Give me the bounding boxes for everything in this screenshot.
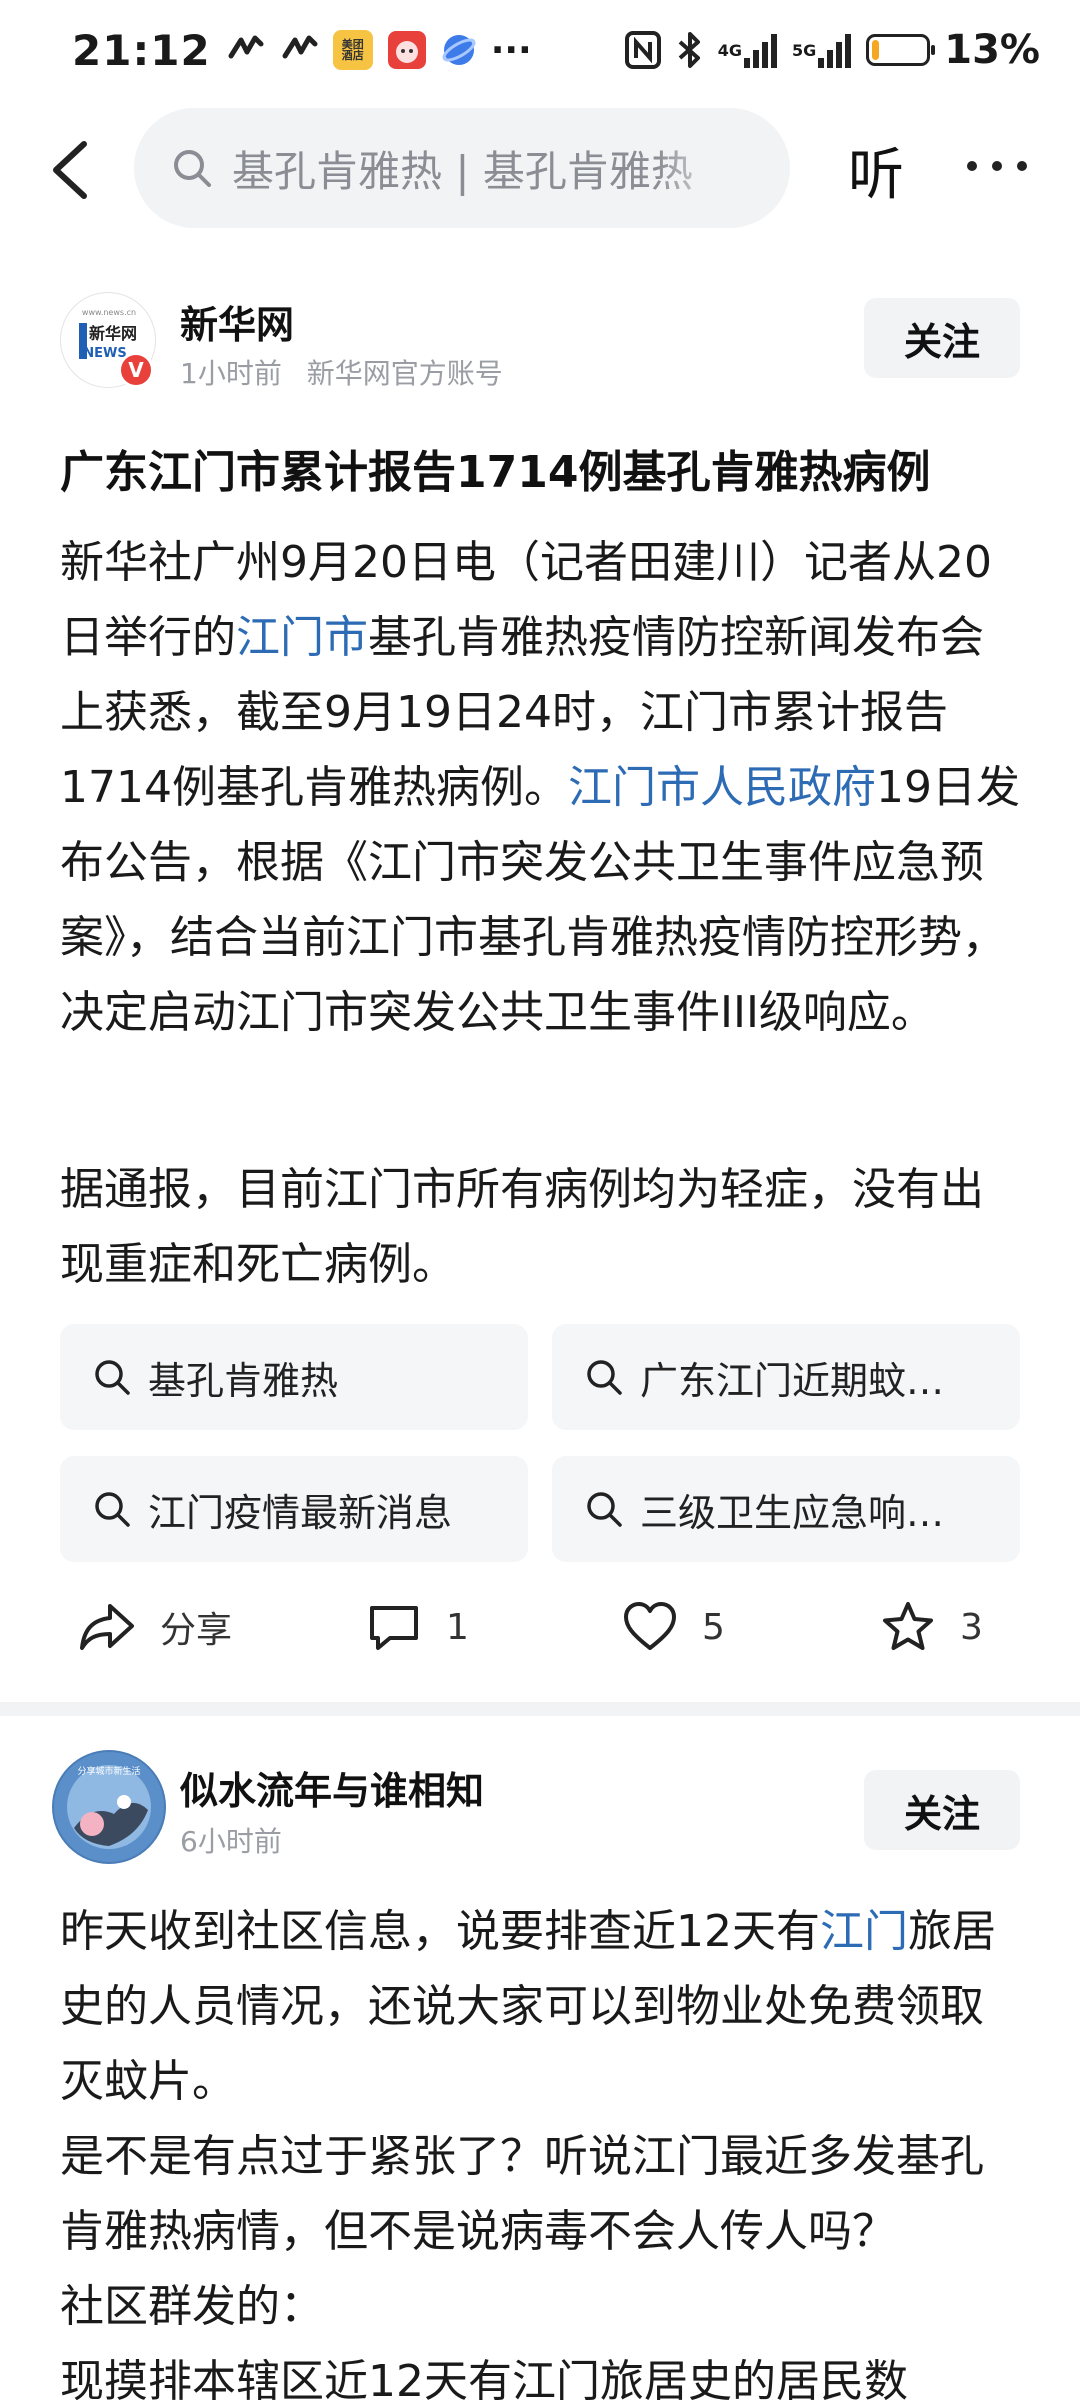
post-user: 分享城市新生活 似水流年与谁相知 6小时前 关注 昨天收到社区信息，说要排查近1…: [0, 1716, 1080, 2400]
pig-app-icon: [387, 30, 427, 70]
back-button[interactable]: [46, 138, 96, 202]
comment-button[interactable]: 1: [366, 1600, 469, 1654]
signal-5g-label: 5G: [791, 40, 817, 60]
nfc-icon: [624, 30, 662, 70]
signal-5g-icon: 5G: [792, 32, 852, 68]
signal-4g-icon: 4G: [718, 32, 778, 68]
search-query-text: 基孔肯雅热 | 基孔肯雅热: [232, 146, 693, 196]
signal-swirl-icon: [225, 30, 265, 70]
like-button[interactable]: 5: [622, 1600, 725, 1654]
link-jiangmen[interactable]: 江门: [820, 1906, 908, 1957]
avatar-user[interactable]: 分享城市新生活: [52, 1750, 166, 1864]
search-input[interactable]: 基孔肯雅热 | 基孔肯雅热: [134, 108, 790, 228]
post-xinhua: www.news.cn 新华网 NEWS V 新华网 1小时前 新华网官方账号 …: [0, 240, 1080, 1700]
link-jiangmen-gov[interactable]: 江门市人民政府: [568, 762, 876, 813]
browser-app-icon: [441, 32, 477, 68]
post-time: 1小时前: [180, 357, 282, 390]
chip-label: 基孔肯雅热: [148, 1358, 339, 1403]
status-right: 4G 5G 13%: [624, 27, 1040, 73]
bluetooth-icon: [676, 30, 704, 70]
search-icon: [174, 150, 211, 187]
post-body: 新华社广州9月20日电（记者田建川）记者从20日举行的江门市基孔肯雅热疫情防控新…: [60, 525, 1020, 1050]
battery-icon: [866, 34, 936, 66]
post-title[interactable]: 广东江门市累计报告1714例基孔肯雅热病例: [60, 436, 1020, 500]
search-icon: [95, 1360, 130, 1395]
svg-text:www.news.cn: www.news.cn: [82, 308, 136, 317]
more-notifications-dots: ···: [490, 29, 532, 71]
post-body-paragraph-2: 据通报，目前江门市所有病例均为轻症，没有出现重症和死亡病例。: [60, 1164, 984, 1290]
post-divider: [0, 1702, 1080, 1716]
star-icon: [883, 1602, 933, 1650]
search-icon: [95, 1492, 130, 1527]
follow-button[interactable]: 关注: [864, 1770, 1020, 1850]
post-meta: 1小时前 新华网官方账号: [180, 352, 503, 392]
body-text: 现摸排本辖区近12天有江门旅居史的居民数: [60, 2356, 908, 2400]
user-avatar-image: 分享城市新生活: [54, 1752, 164, 1862]
related-search-chip[interactable]: 三级卫生应急响…: [552, 1456, 1020, 1562]
more-options-button[interactable]: [962, 146, 1032, 186]
meituan-badge-label: 美团 酒店: [341, 38, 364, 62]
status-bar: 21:12 美团 酒店 ··· 4G 5G 13%: [0, 0, 1080, 100]
body-text: 是不是有点过于紧张了？听说江门最近多发基孔肯雅热病情，但不是说病毒不会人传人吗？: [60, 2131, 984, 2257]
comment-count: 1: [446, 1606, 469, 1648]
meituan-hotel-app-icon: 美团 酒店: [332, 30, 373, 70]
more-dots-icon: [967, 161, 1027, 171]
author-name[interactable]: 新华网: [180, 294, 294, 349]
back-arrow-icon: [53, 141, 87, 199]
share-button[interactable]: 分享: [78, 1600, 232, 1654]
svg-text:NEWS: NEWS: [83, 346, 126, 361]
svg-text:分享城市新生活: 分享城市新生活: [77, 1765, 140, 1777]
post-time: 6小时前: [180, 1825, 282, 1858]
related-search-chip[interactable]: 广东江门近期蚊…: [552, 1324, 1020, 1430]
body-text: 社区群发的：: [60, 2281, 324, 2332]
related-search-chip[interactable]: 基孔肯雅热: [60, 1324, 528, 1430]
search-icon: [587, 1492, 622, 1527]
status-left: 21:12 美团 酒店 ···: [72, 26, 532, 75]
heart-icon: [624, 1602, 676, 1650]
chip-label: 三级卫生应急响…: [640, 1490, 945, 1535]
listen-button[interactable]: 听: [848, 130, 904, 211]
like-count: 5: [702, 1606, 725, 1648]
favorite-count: 3: [960, 1606, 983, 1648]
status-time: 21:12: [72, 25, 211, 75]
related-search-chip[interactable]: 江门疫情最新消息: [60, 1456, 528, 1562]
post-body: 昨天收到社区信息，说要排查近12天有江门旅居史的人员情况，还说大家可以到物业处免…: [60, 1894, 1020, 2400]
chip-label: 江门疫情最新消息: [148, 1490, 453, 1535]
search-icon: [587, 1360, 622, 1395]
battery-percent: 13%: [944, 27, 1040, 73]
search-header: 基孔肯雅热 | 基孔肯雅热 听: [0, 100, 1080, 240]
link-jiangmen[interactable]: 江门市: [236, 612, 368, 663]
follow-button[interactable]: 关注: [864, 298, 1020, 378]
author-name[interactable]: 似水流年与谁相知: [180, 1760, 484, 1815]
signal-4g-label: 4G: [717, 40, 742, 60]
chip-label: 广东江门近期蚊…: [640, 1358, 945, 1403]
battery-fill: [872, 40, 880, 60]
signal-swirl-icon-2: [279, 30, 319, 70]
body-text: 昨天收到社区信息，说要排查近12天有: [60, 1906, 820, 1957]
screen: 21:12 美团 酒店 ··· 4G 5G 13% 基孔肯雅热 | 基孔肯雅热 …: [0, 0, 1080, 2400]
favorite-button[interactable]: 3: [880, 1600, 983, 1654]
share-label: 分享: [160, 1610, 233, 1651]
comment-bubble-icon: [370, 1606, 418, 1650]
share-arrow-icon: [80, 1604, 134, 1650]
author-account-type: 新华网官方账号: [306, 357, 503, 390]
verified-badge-icon: V: [118, 352, 154, 388]
svg-text:新华网: 新华网: [89, 324, 137, 343]
